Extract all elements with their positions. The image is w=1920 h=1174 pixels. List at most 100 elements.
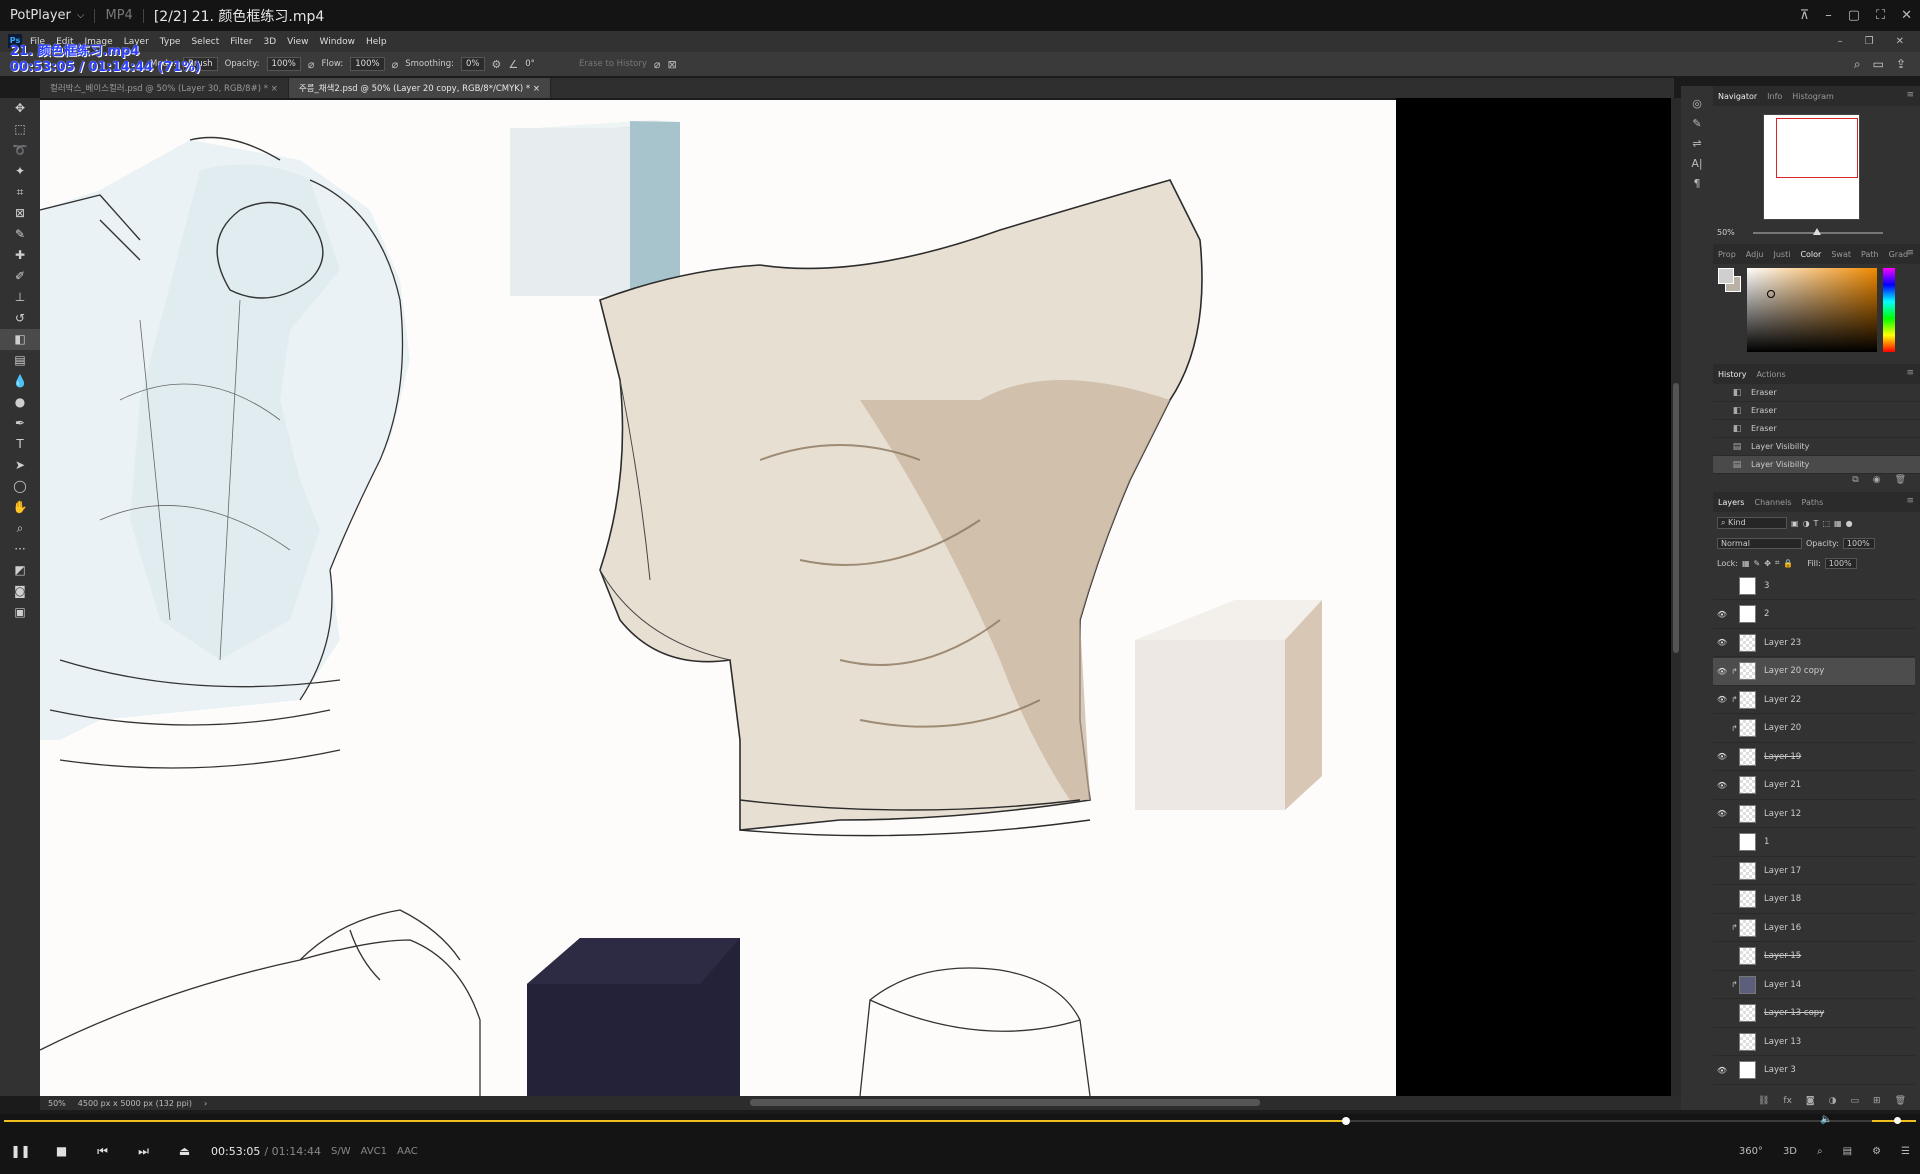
layer-opacity-field[interactable]: 100% <box>1842 537 1875 549</box>
next-icon[interactable]: ⏭ <box>123 1144 164 1159</box>
quick-mask-icon[interactable]: ◙ <box>0 581 40 602</box>
history-brush-icon[interactable]: ↺ <box>0 308 40 329</box>
layer-name[interactable]: Layer 14 <box>1764 980 1801 990</box>
speaker-icon[interactable]: 🔈 <box>1820 1114 1832 1125</box>
tab-gradients[interactable]: Grad <box>1889 250 1908 259</box>
layer-thumbnail[interactable] <box>1739 1004 1756 1022</box>
layer-name[interactable]: Layer 3 <box>1764 1065 1796 1075</box>
link-icon[interactable]: ⛓ <box>1758 1096 1769 1106</box>
layer-name[interactable]: Layer 21 <box>1764 780 1801 790</box>
layer-row[interactable]: 👁 Layer 23 <box>1713 629 1915 657</box>
menu-3d[interactable]: 3D <box>264 37 277 47</box>
video-codec-tag[interactable]: AVC1 <box>361 1146 387 1157</box>
lock-transparent-icon[interactable]: ▦ <box>1742 559 1750 568</box>
share-icon[interactable]: ⇪ <box>1896 57 1906 71</box>
tab-adjustments[interactable]: Adju <box>1746 250 1764 259</box>
layer-thumbnail[interactable] <box>1739 690 1756 709</box>
tab-properties[interactable]: Prop <box>1718 250 1736 259</box>
group-folder-icon[interactable]: ▭ <box>1851 1096 1860 1106</box>
volume-knob[interactable] <box>1894 1117 1901 1124</box>
flow-field[interactable]: 100% <box>350 57 385 71</box>
brush-tool-icon[interactable]: ✐ <box>0 266 40 287</box>
layer-name[interactable]: Layer 23 <box>1764 638 1801 648</box>
gradient-tool-icon[interactable]: ▤ <box>0 350 40 371</box>
3d-button[interactable]: 3D <box>1783 1146 1797 1157</box>
pin-icon[interactable]: ⊼ <box>1800 8 1810 23</box>
eyedropper-tool-icon[interactable]: ✎ <box>0 224 40 245</box>
zoom-slider-knob[interactable] <box>1813 228 1821 235</box>
eye-icon[interactable]: 👁 <box>1713 781 1731 790</box>
chevron-right-icon[interactable]: › <box>204 1099 207 1108</box>
tab-histogram[interactable]: Histogram <box>1792 92 1834 101</box>
eraser-tool-icon[interactable]: ◧ <box>0 329 40 350</box>
playlist-icon[interactable]: ▤ <box>1843 1146 1852 1157</box>
layer-thumbnail[interactable] <box>1739 747 1756 766</box>
layer-thumbnail[interactable] <box>1739 918 1756 937</box>
panel-menu-icon[interactable]: ≡ <box>1906 248 1914 258</box>
zoom-list-icon[interactable]: ⌕ <box>1817 1146 1823 1157</box>
decoder-tag[interactable]: S/W <box>331 1146 351 1157</box>
close-icon[interactable]: × <box>271 84 278 94</box>
angle-field[interactable]: 0° <box>525 59 535 69</box>
pressure-opacity-icon[interactable]: ⌀ <box>308 58 315 71</box>
close-icon[interactable]: ✕ <box>1901 8 1912 23</box>
close-icon[interactable]: ✕ <box>1896 36 1904 47</box>
panel-menu-icon[interactable]: ≡ <box>1906 90 1914 100</box>
layer-row[interactable]: ↱ Layer 20 <box>1713 715 1915 743</box>
eye-icon[interactable]: 👁 <box>1713 752 1731 761</box>
search-icon[interactable]: ⌕ <box>1854 57 1861 72</box>
more-tools-icon[interactable]: ··· <box>0 539 40 560</box>
vr-360-button[interactable]: 360° <box>1739 1146 1763 1157</box>
eye-icon[interactable]: 👁 <box>1713 638 1731 647</box>
layer-name[interactable]: 3 <box>1764 581 1769 591</box>
tab-history[interactable]: History <box>1718 370 1746 379</box>
layer-row[interactable]: 👁 Layer 3 <box>1713 1057 1915 1085</box>
status-zoom[interactable]: 50% <box>48 1099 66 1108</box>
hue-slider[interactable] <box>1883 268 1895 352</box>
previous-icon[interactable]: ⏮ <box>82 1144 123 1159</box>
marquee-tool-icon[interactable]: ⬚ <box>0 119 40 140</box>
fill-field[interactable]: 100% <box>1824 557 1857 569</box>
layer-thumbnail[interactable] <box>1739 804 1756 823</box>
chevron-down-icon[interactable]: ⌵ <box>77 10 85 21</box>
lock-artboard-icon[interactable]: ⌗ <box>1775 558 1780 568</box>
type-tool-icon[interactable]: T <box>0 434 40 455</box>
camera-icon[interactable]: ◉ <box>1873 475 1881 485</box>
layer-row[interactable]: ↱ Layer 14 <box>1713 971 1915 999</box>
brush-settings-icon[interactable]: ✎ <box>1681 114 1713 134</box>
eye-icon[interactable]: 👁 <box>1713 809 1731 818</box>
screen-mode-icon[interactable]: ▣ <box>0 602 40 623</box>
layer-thumbnail[interactable] <box>1739 576 1756 595</box>
doc-tab-wrinkle[interactable]: 주름_채색2.psd @ 50% (Layer 20 copy, RGB/8*/… <box>288 78 551 98</box>
erase-to-history-checkbox[interactable]: Erase to History <box>579 59 647 69</box>
gear-icon[interactable]: ⚙ <box>492 58 502 71</box>
fg-bg-swatches[interactable] <box>1718 268 1744 294</box>
move-tool-icon[interactable]: ✥ <box>0 98 40 119</box>
layer-thumbnail[interactable] <box>1739 861 1756 880</box>
fullscreen-icon[interactable]: ⛶ <box>1876 8 1885 23</box>
maximize-icon[interactable]: ▢ <box>1848 8 1860 23</box>
layer-row[interactable]: Layer 13 copy <box>1713 1000 1915 1028</box>
airbrush-icon[interactable]: ⌀ <box>392 58 399 71</box>
settings-icon[interactable]: ⚙ <box>1872 1146 1881 1157</box>
color-swatches-icon[interactable]: ◩ <box>0 560 40 581</box>
document-canvas[interactable] <box>40 100 1396 1096</box>
layer-row[interactable]: 👁 2 <box>1713 601 1915 629</box>
navigator-zoom-slider[interactable] <box>1753 228 1883 235</box>
hand-tool-icon[interactable]: ✋ <box>0 497 40 518</box>
layer-thumbnail[interactable] <box>1739 633 1756 652</box>
tab-navigator[interactable]: Navigator <box>1718 92 1757 101</box>
layer-thumbnail[interactable] <box>1739 1061 1756 1079</box>
filter-pixel-icon[interactable]: ▣ <box>1791 519 1799 528</box>
layer-row[interactable]: Layer 18 <box>1713 886 1915 914</box>
navigator-view-box[interactable] <box>1776 118 1858 178</box>
stop-icon[interactable]: ■ <box>41 1144 82 1158</box>
seek-knob[interactable] <box>1341 1117 1350 1125</box>
fx-icon[interactable]: fx <box>1783 1096 1792 1106</box>
crop-tool-icon[interactable]: ⌗ <box>0 182 40 203</box>
new-layer-icon[interactable]: ⊞ <box>1873 1096 1881 1106</box>
filter-adjustment-icon[interactable]: ◑ <box>1803 519 1810 528</box>
healing-tool-icon[interactable]: ✚ <box>0 245 40 266</box>
filter-type-icon[interactable]: T <box>1814 519 1819 528</box>
layer-thumbnail[interactable] <box>1739 890 1756 908</box>
